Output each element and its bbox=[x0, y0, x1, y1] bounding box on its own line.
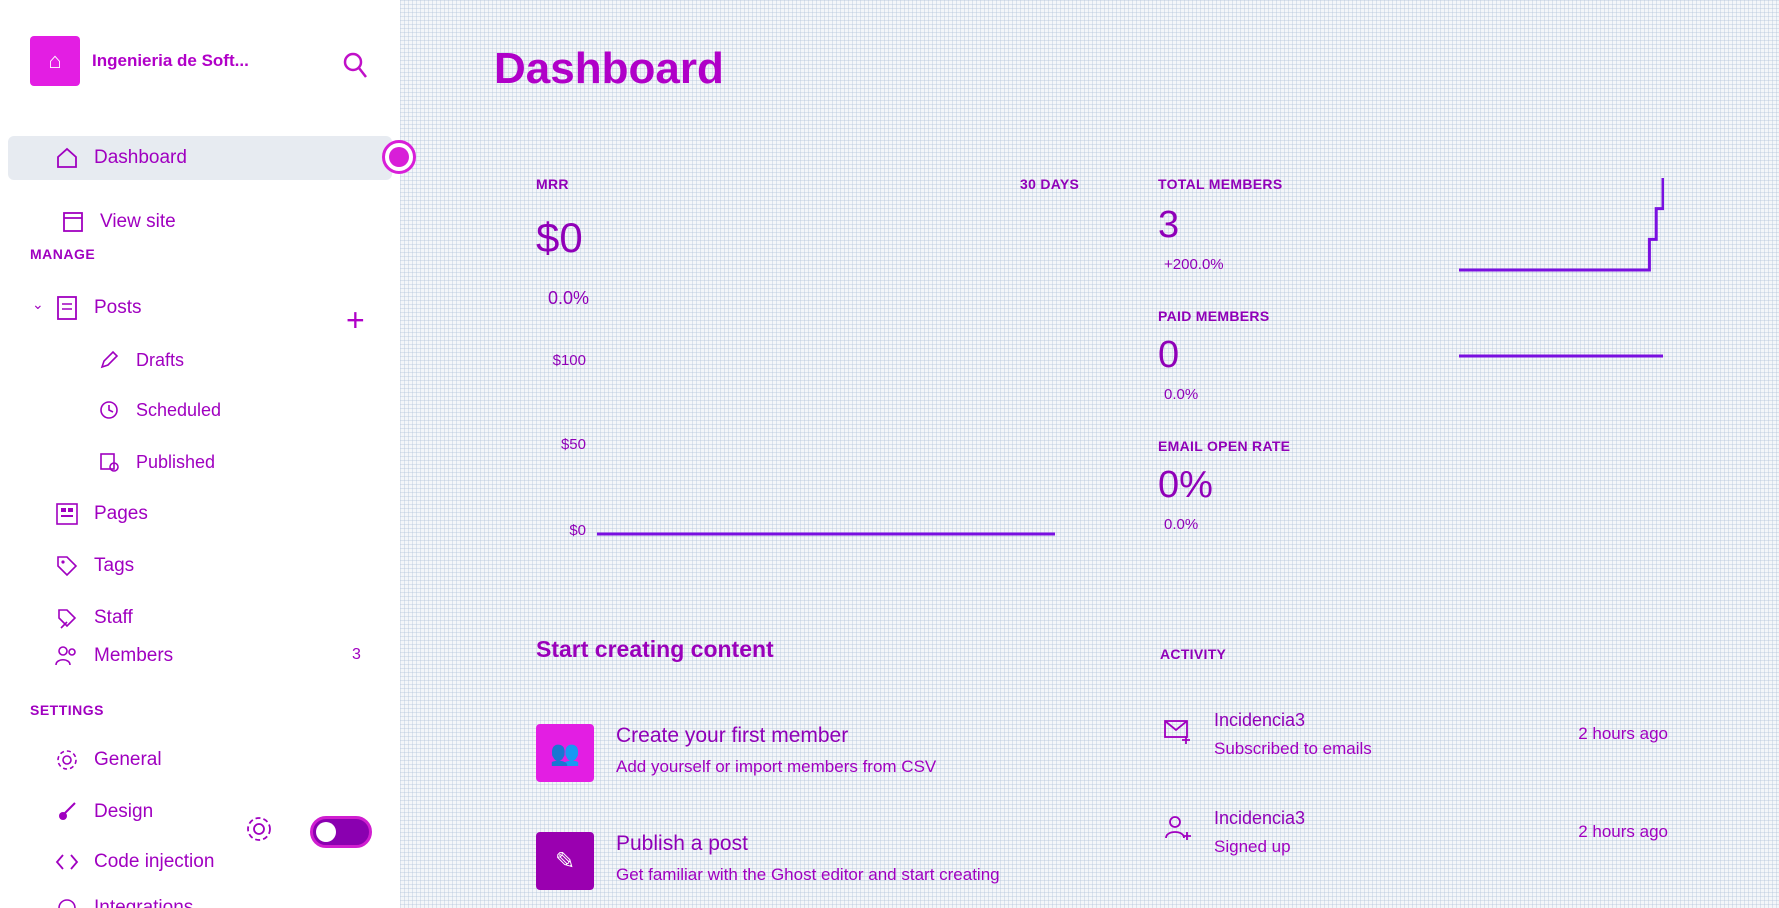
task-create-member[interactable]: 👥 Create your first member Add yourself … bbox=[536, 724, 1016, 782]
gear-icon bbox=[247, 817, 271, 841]
sidebar-item-label: Published bbox=[136, 451, 216, 472]
clock-icon bbox=[96, 397, 122, 423]
integrations-icon bbox=[54, 895, 80, 908]
mrr-axis-tick: $100 bbox=[552, 352, 586, 369]
brand-logo: ⌂ bbox=[30, 36, 80, 86]
start-creating-title: Start creating content bbox=[536, 636, 774, 662]
brand-name: Ingenieria de Soft... bbox=[92, 51, 249, 70]
email-open-rate-change: 0.0% bbox=[1164, 516, 1199, 533]
activity-item[interactable]: Incidencia3 Subscribed to emails 2 hours… bbox=[1162, 710, 1668, 759]
members-icon bbox=[54, 643, 80, 669]
sidebar-item-label: Integrations bbox=[94, 897, 194, 908]
search-icon bbox=[343, 52, 367, 78]
sidebar-item-tags[interactable]: Tags bbox=[54, 550, 134, 582]
total-members-label: TOTAL MEMBERS bbox=[1158, 176, 1283, 192]
total-members-change: +200.0% bbox=[1164, 256, 1224, 273]
section-label-manage: MANAGE bbox=[30, 246, 96, 262]
activity-name[interactable]: Incidencia3 bbox=[1214, 710, 1372, 731]
home-icon bbox=[54, 145, 80, 171]
new-post-button[interactable]: + bbox=[346, 302, 365, 339]
sidebar-item-integrations[interactable]: Integrations bbox=[54, 892, 193, 908]
active-indicator bbox=[382, 140, 416, 174]
chart-series-line bbox=[1459, 178, 1664, 272]
chevron-down-icon[interactable]: ⌄ bbox=[32, 296, 44, 313]
sidebar-item-label: General bbox=[94, 749, 162, 770]
task-publish-post[interactable]: ✎ Publish a post Get familiar with the G… bbox=[536, 832, 1016, 890]
pages-icon bbox=[54, 501, 80, 527]
email-open-rate-label: EMAIL OPEN RATE bbox=[1158, 438, 1291, 454]
brush-icon bbox=[54, 799, 80, 825]
posts-icon bbox=[54, 295, 80, 321]
sidebar-item-general[interactable]: General bbox=[54, 744, 162, 776]
activity-time: 2 hours ago bbox=[1578, 724, 1668, 743]
sidebar-item-scheduled[interactable]: Scheduled bbox=[96, 394, 221, 426]
pencil-icon bbox=[96, 347, 122, 373]
sidebar-item-view-site[interactable]: View site bbox=[60, 206, 176, 238]
sidebar-item-label: Drafts bbox=[136, 349, 185, 370]
sidebar-item-label: Scheduled bbox=[136, 399, 222, 420]
mrr-axis-tick: $0 bbox=[569, 522, 586, 539]
user-add-icon bbox=[1165, 816, 1191, 840]
staff-icon bbox=[54, 605, 80, 631]
code-icon bbox=[54, 849, 80, 875]
search-button[interactable] bbox=[340, 48, 370, 84]
activity-time: 2 hours ago bbox=[1578, 822, 1668, 841]
sidebar-item-posts[interactable]: Posts bbox=[54, 292, 142, 324]
sidebar-item-label: Code injection bbox=[94, 851, 215, 872]
sidebar-item-label: Posts bbox=[94, 297, 142, 318]
page-title: Dashboard bbox=[494, 44, 724, 93]
task-title: Create your first member bbox=[616, 724, 849, 747]
paid-members-label: PAID MEMBERS bbox=[1158, 308, 1270, 324]
sidebar-item-label: Pages bbox=[94, 503, 148, 524]
total-members-value: 3 bbox=[1158, 204, 1180, 246]
sidebar-item-published[interactable]: Published bbox=[96, 446, 215, 478]
sidebar-item-members[interactable]: Members bbox=[54, 640, 173, 672]
published-icon bbox=[96, 449, 122, 475]
section-label-settings: SETTINGS bbox=[30, 702, 105, 718]
settings-button[interactable] bbox=[244, 814, 274, 849]
members-count: 3 bbox=[352, 646, 361, 663]
sidebar-item-label: Tags bbox=[94, 555, 135, 576]
members-icon: 👥 bbox=[536, 724, 594, 782]
sidebar: ⌂ Ingenieria de Soft... Dashboard View s… bbox=[0, 0, 416, 908]
total-members-chart bbox=[1459, 178, 1664, 272]
mrr-value: $0 bbox=[536, 214, 583, 261]
dark-mode-toggle[interactable] bbox=[310, 816, 372, 848]
paid-members-value: 0 bbox=[1158, 334, 1180, 376]
sidebar-item-label: Dashboard bbox=[94, 147, 187, 168]
activity-title: ACTIVITY bbox=[1160, 646, 1227, 662]
gear-icon bbox=[54, 747, 80, 773]
sidebar-item-code-injection[interactable]: Code injection bbox=[54, 846, 214, 878]
activity-desc: Subscribed to emails bbox=[1214, 739, 1372, 758]
sidebar-item-drafts[interactable]: Drafts bbox=[96, 344, 184, 376]
task-title: Publish a post bbox=[616, 832, 748, 855]
brand[interactable]: ⌂ Ingenieria de Soft... bbox=[30, 36, 302, 86]
tag-icon bbox=[54, 553, 80, 579]
sidebar-item-label: View site bbox=[100, 211, 176, 232]
task-desc: Get familiar with the Ghost editor and s… bbox=[616, 865, 1000, 884]
mrr-period[interactable]: 30 DAYS bbox=[1020, 176, 1079, 192]
paid-members-chart bbox=[1459, 354, 1663, 358]
envelope-icon bbox=[1164, 720, 1190, 744]
sidebar-item-dashboard[interactable]: Dashboard bbox=[54, 142, 187, 174]
paid-members-change: 0.0% bbox=[1164, 386, 1199, 403]
sidebar-item-pages[interactable]: Pages bbox=[54, 498, 148, 530]
sidebar-item-label: Staff bbox=[94, 607, 133, 628]
mrr-chart bbox=[597, 532, 1055, 536]
sidebar-item-design[interactable]: Design bbox=[54, 796, 153, 828]
window-icon bbox=[60, 209, 86, 235]
mrr-change: 0.0% bbox=[548, 288, 590, 308]
sidebar-item-label: Design bbox=[94, 801, 154, 822]
activity-desc: Signed up bbox=[1214, 837, 1291, 856]
activity-name[interactable]: Incidencia3 bbox=[1214, 808, 1305, 829]
mrr-axis-tick: $50 bbox=[560, 436, 586, 453]
task-desc: Add yourself or import members from CSV bbox=[616, 757, 937, 776]
pencil-icon: ✎ bbox=[536, 832, 594, 890]
mrr-label: MRR bbox=[536, 176, 569, 192]
sidebar-item-staff[interactable]: Staff bbox=[54, 602, 133, 634]
sidebar-item-label: Members bbox=[94, 645, 174, 666]
email-open-rate-value: 0% bbox=[1158, 464, 1213, 506]
activity-item[interactable]: Incidencia3 Signed up 2 hours ago bbox=[1162, 808, 1668, 857]
